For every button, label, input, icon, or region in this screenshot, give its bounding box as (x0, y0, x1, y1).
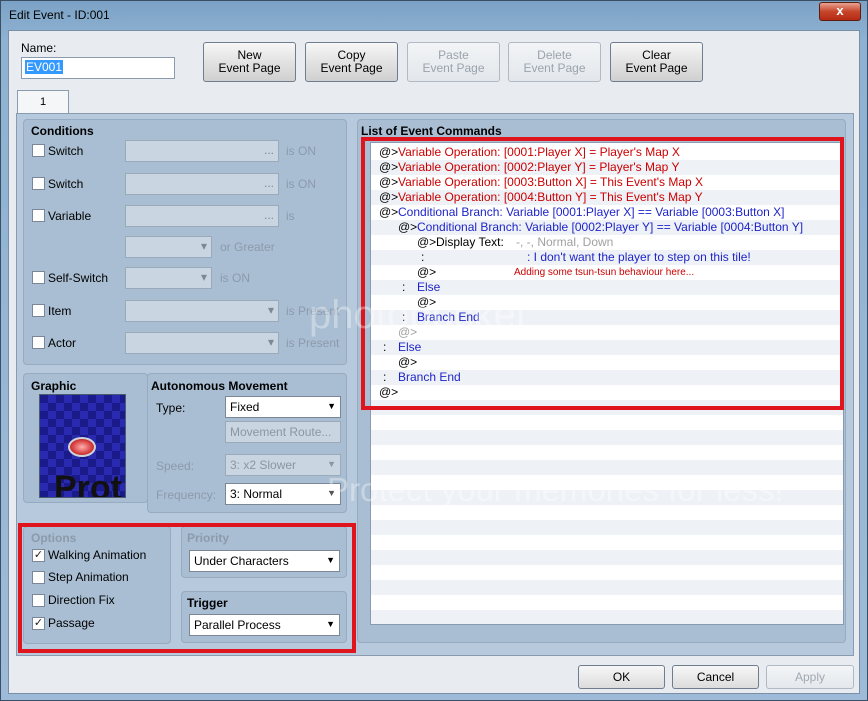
condition-checkbox[interactable] (32, 336, 45, 349)
name-input[interactable]: EV001 (21, 57, 175, 79)
command-row[interactable] (371, 595, 843, 610)
toolbar-button-paste: Paste Event Page (407, 42, 500, 82)
chevron-down-icon: ▼ (327, 488, 336, 498)
condition-field: ▾ (125, 332, 279, 354)
condition-field: ... (125, 173, 279, 195)
condition-field: ▾ (125, 236, 212, 258)
conditions-title: Conditions (31, 124, 94, 138)
condition-field: ... (125, 140, 279, 162)
conditions-group: Conditions Switch... is ON Switch... is ON V… (23, 119, 347, 365)
toolbar-button-clear[interactable]: Clear Event Page (610, 42, 703, 82)
watermark-text: Prot (54, 469, 122, 498)
condition-field: ... (125, 205, 279, 227)
command-row[interactable] (371, 520, 843, 535)
frequency-label: Frequency: (156, 488, 217, 502)
window-title: Edit Event - ID:001 (9, 8, 110, 22)
command-row[interactable] (371, 580, 843, 595)
toolbar-button-copy[interactable]: Copy Event Page (305, 42, 398, 82)
condition-suffix: is Present (286, 304, 340, 318)
condition-label: Self-Switch (48, 271, 109, 285)
ok-button[interactable]: OK (578, 665, 665, 689)
condition-checkbox[interactable] (32, 144, 45, 157)
title-bar: Edit Event - ID:001 x (1, 1, 867, 29)
command-row[interactable] (371, 460, 843, 475)
condition-label: Switch (48, 177, 84, 191)
event-graphic[interactable]: Prot (39, 394, 126, 498)
command-row[interactable] (371, 475, 843, 490)
type-label: Type: (156, 401, 186, 415)
condition-suffix: is ON (220, 271, 250, 285)
command-row[interactable] (371, 565, 843, 580)
dialog-client: Name: EV001 New Event Page Copy Event Page P… (8, 30, 860, 694)
edit-event-window: Edit Event - ID:001 x Name: EV001 New Eve… (0, 0, 868, 701)
apply-button: Apply (766, 665, 854, 689)
toolbar-button-delete: Delete Event Page (508, 42, 601, 82)
condition-suffix: is ON (286, 144, 316, 158)
condition-label: Variable (48, 209, 92, 223)
condition-checkbox[interactable] (32, 209, 45, 222)
close-icon: x (836, 3, 844, 18)
condition-suffix: is Present (286, 336, 340, 350)
condition-suffix: or Greater (220, 240, 275, 254)
condition-checkbox[interactable] (32, 304, 45, 317)
cancel-button[interactable]: Cancel (672, 665, 759, 689)
command-row[interactable] (371, 445, 843, 460)
condition-field: ▾ (125, 267, 212, 289)
command-row[interactable] (371, 490, 843, 505)
toolbar-button-new[interactable]: New Event Page (203, 42, 296, 82)
command-row[interactable] (371, 430, 843, 445)
highlight-box-commands (361, 137, 844, 410)
command-row[interactable] (371, 610, 843, 624)
condition-field: ▾ (125, 300, 279, 322)
condition-checkbox[interactable] (32, 177, 45, 190)
condition-label: Actor (48, 336, 77, 350)
close-button[interactable]: x (819, 2, 861, 21)
speed-label: Speed: (156, 459, 195, 473)
command-row[interactable] (371, 550, 843, 565)
command-row[interactable] (371, 505, 843, 520)
condition-label: Item (48, 304, 72, 318)
movement-route-button: Movement Route... (225, 421, 341, 443)
type-select[interactable]: Fixed ▼ (225, 396, 341, 418)
tab-page-1[interactable]: 1 (17, 90, 69, 113)
condition-label: Switch (48, 144, 84, 158)
graphic-title: Graphic (31, 379, 77, 393)
command-row[interactable] (371, 415, 843, 430)
autonomous-movement-group: Autonomous Movement Type: Fixed ▼ Movemen… (147, 373, 347, 513)
highlight-box-options (18, 523, 356, 653)
speed-select: 3: x2 Slower ▼ (225, 454, 341, 476)
red-button-sprite (68, 437, 96, 457)
chevron-down-icon: ▼ (327, 401, 336, 411)
chevron-down-icon: ▼ (327, 459, 336, 469)
condition-suffix: is ON (286, 177, 316, 191)
frequency-select[interactable]: 3: Normal ▼ (225, 483, 341, 505)
commands-title: List of Event Commands (361, 124, 502, 138)
autonomous-title: Autonomous Movement (151, 379, 288, 393)
name-label: Name: (21, 41, 57, 55)
condition-suffix: is (286, 209, 295, 223)
condition-checkbox[interactable] (32, 271, 45, 284)
command-row[interactable] (371, 535, 843, 550)
